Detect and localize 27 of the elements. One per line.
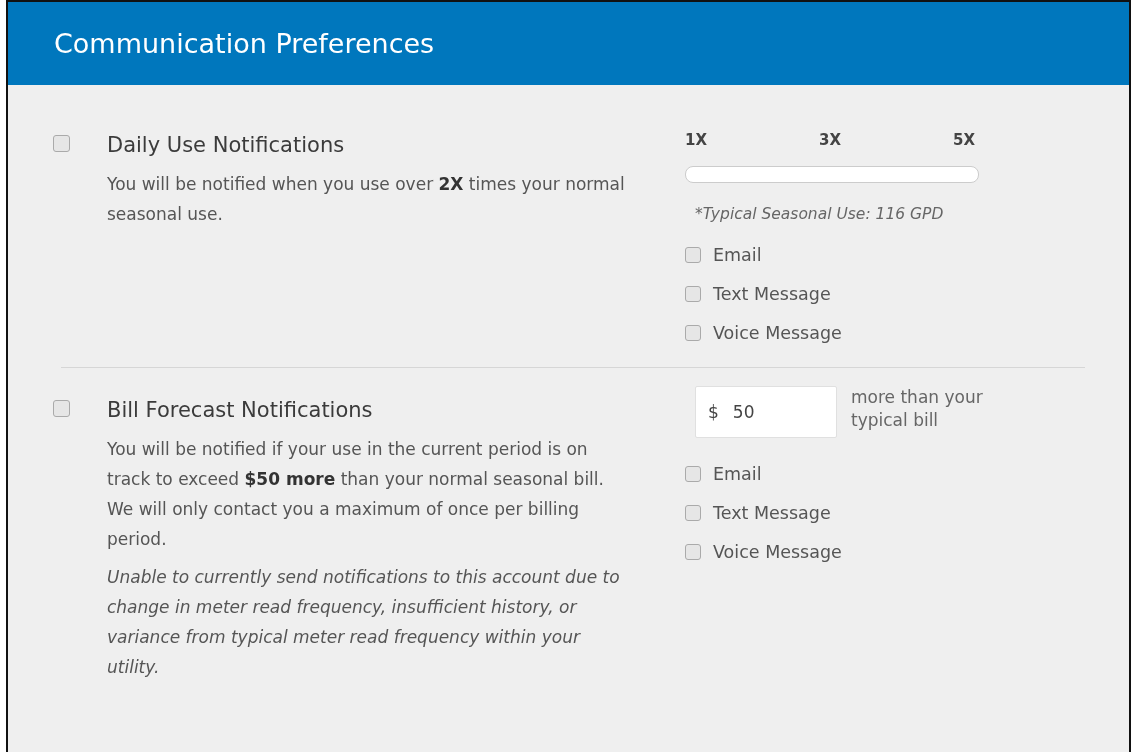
scale-label: 1X bbox=[685, 131, 707, 149]
warning-text: Unable to currently send notifications to this account due to change in meter read frequency, insufficient history, or variance from typical meter read frequency within your utility. bbox=[107, 566, 621, 679]
checkbox[interactable] bbox=[685, 544, 701, 560]
checkbox[interactable] bbox=[53, 135, 70, 152]
checkbox-label[interactable]: Voice Message bbox=[713, 542, 842, 562]
section-title: Bill Forecast Notifications bbox=[107, 398, 374, 422]
checkbox[interactable] bbox=[685, 466, 701, 482]
checkbox[interactable] bbox=[685, 325, 701, 341]
section-title: Daily Use Notifications bbox=[107, 133, 346, 157]
scale-label: 5X bbox=[952, 131, 975, 149]
slider-track[interactable] bbox=[685, 166, 979, 183]
checkbox[interactable] bbox=[53, 400, 70, 417]
checkbox[interactable] bbox=[685, 247, 701, 263]
panel-title: Communication Preferences bbox=[54, 28, 435, 59]
typical-use-note: *Typical Seasonal Use: 116 GPD bbox=[695, 205, 945, 223]
checkbox-label[interactable]: Text Message bbox=[713, 503, 831, 523]
amount-field[interactable]: $ 50 bbox=[695, 386, 837, 438]
checkbox-label[interactable]: Email bbox=[713, 464, 762, 484]
description: You will be notified when you use over 2X times your normal seasonal use. bbox=[107, 173, 626, 226]
checkbox[interactable] bbox=[685, 505, 701, 521]
checkbox-label[interactable]: Text Message bbox=[713, 284, 831, 304]
checkbox-label[interactable]: Voice Message bbox=[713, 323, 842, 343]
scale-label: 3X bbox=[819, 131, 841, 149]
checkbox-label[interactable]: Email bbox=[713, 245, 762, 265]
amount-label: more than your typical bill bbox=[851, 386, 984, 432]
checkbox[interactable] bbox=[685, 286, 701, 302]
description: You will be notified if your use in the current period is on track to exceed $50 more than your normal seasonal bill. We will only contact you a maximum of once per billing period. bbox=[107, 438, 605, 551]
